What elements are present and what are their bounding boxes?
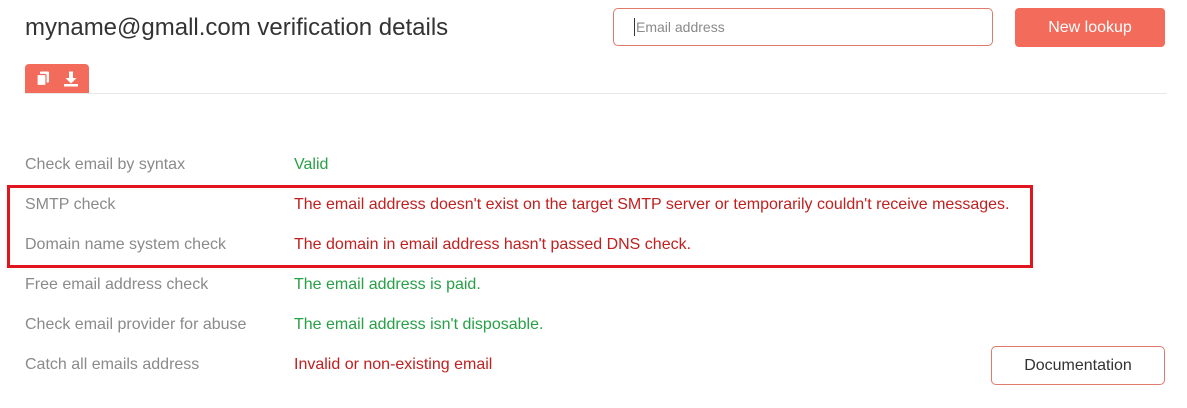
- documentation-button[interactable]: Documentation: [991, 346, 1165, 385]
- copy-icon[interactable]: [34, 70, 52, 88]
- result-value: The email address is paid.: [294, 276, 481, 293]
- page-title: myname@gmall.com verification details: [25, 14, 449, 41]
- result-value: The email address isn't disposable.: [294, 316, 544, 333]
- result-toolbar: [25, 64, 89, 93]
- header-divider: [25, 93, 1167, 94]
- text-caret: [634, 18, 635, 36]
- download-icon[interactable]: [62, 70, 80, 88]
- result-label: Catch all emails address: [25, 356, 200, 373]
- result-label: Check email provider for abuse: [25, 316, 247, 333]
- result-value: Invalid or non-existing email: [294, 356, 493, 373]
- new-lookup-button[interactable]: New lookup: [1015, 8, 1165, 47]
- email-search-input[interactable]: [613, 8, 993, 46]
- result-value: Valid: [294, 156, 329, 173]
- highlight-box: [7, 185, 1033, 268]
- result-label: Free email address check: [25, 276, 209, 293]
- result-label: Check email by syntax: [25, 156, 186, 173]
